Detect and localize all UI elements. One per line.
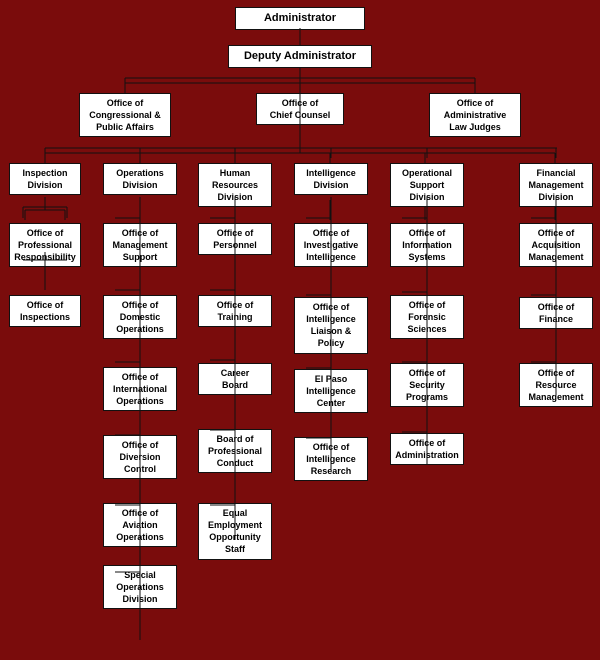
- administrator-box: Administrator: [235, 7, 365, 30]
- inspection-div-box: Inspection Division: [9, 163, 81, 195]
- org-chart: Administrator Deputy Administrator Offic…: [0, 0, 600, 660]
- diversion-control-box: Office of Diversion Control: [103, 435, 177, 479]
- forensic-sci-box: Office of Forensic Sciences: [390, 295, 464, 339]
- personnel-box: Office of Personnel: [198, 223, 272, 255]
- inspections-box: Office of Inspections: [9, 295, 81, 327]
- investigative-intel-box: Office of Investigative Intelligence: [294, 223, 368, 267]
- el-paso-box: El Paso Intelligence Center: [294, 369, 368, 413]
- deputy-box: Deputy Administrator: [228, 45, 372, 68]
- career-board-box: Career Board: [198, 363, 272, 395]
- finance-box: Office of Finance: [519, 297, 593, 329]
- intel-research-box: Office of Intelligence Research: [294, 437, 368, 481]
- info-systems-box: Office of Information Systems: [390, 223, 464, 267]
- intelligence-div-box: Intelligence Division: [294, 163, 368, 195]
- security-programs-box: Office of Security Programs: [390, 363, 464, 407]
- financial-div-box: Financial Management Division: [519, 163, 593, 207]
- prof-conduct-box: Board of Professional Conduct: [198, 429, 272, 473]
- prof-responsibility-box: Office of Professional Responsibility: [9, 223, 81, 267]
- resource-mgmt-box: Office of Resource Management: [519, 363, 593, 407]
- operations-div-box: Operations Division: [103, 163, 177, 195]
- training-box: Office of Training: [198, 295, 272, 327]
- domestic-ops-box: Office of Domestic Operations: [103, 295, 177, 339]
- chief-counsel-box: Office of Chief Counsel: [256, 93, 344, 125]
- op-support-div-box: Operational Support Division: [390, 163, 464, 207]
- acquisition-mgmt-box: Office of Acquisition Management: [519, 223, 593, 267]
- intel-liaison-box: Office of Intelligence Liaison & Policy: [294, 297, 368, 354]
- intl-ops-box: Office of International Operations: [103, 367, 177, 411]
- special-ops-div-box: Special Operations Division: [103, 565, 177, 609]
- hr-div-box: Human Resources Division: [198, 163, 272, 207]
- congressional-box: Office of Congressional & Public Affairs: [79, 93, 171, 137]
- eeo-staff-box: Equal Employment Opportunity Staff: [198, 503, 272, 560]
- admin-judges-box: Office of Administrative Law Judges: [429, 93, 521, 137]
- administration-box: Office of Administration: [390, 433, 464, 465]
- mgmt-support-box: Office of Management Support: [103, 223, 177, 267]
- aviation-ops-box: Office of Aviation Operations: [103, 503, 177, 547]
